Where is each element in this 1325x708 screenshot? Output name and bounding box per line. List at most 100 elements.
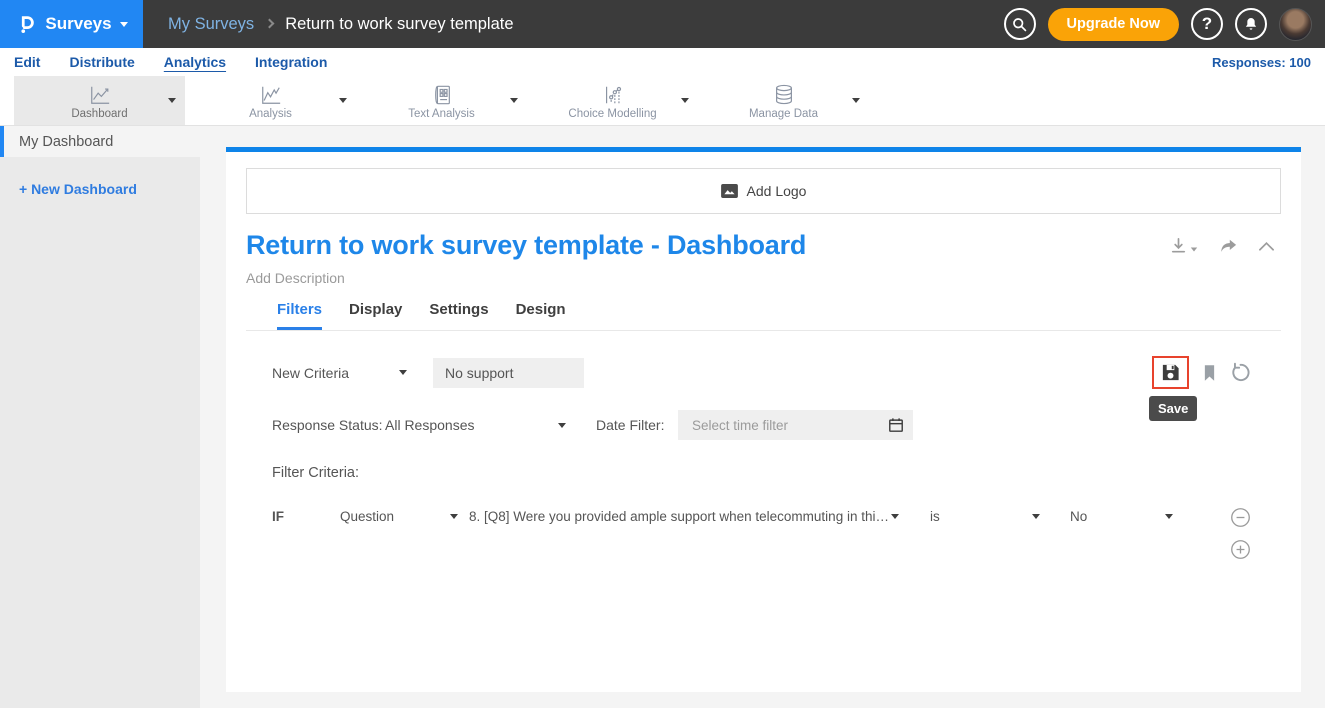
criteria-type-value: Question xyxy=(340,509,394,524)
topbar: Surveys My Surveys Return to work survey… xyxy=(0,0,1325,48)
chevron-down-icon[interactable] xyxy=(168,98,176,103)
date-filter-label: Date Filter: xyxy=(596,417,666,433)
criteria-row: New Criteria xyxy=(272,356,1251,389)
question-dropdown[interactable]: 8. [Q8] Were you provided ample support … xyxy=(469,507,899,524)
operator-dropdown[interactable]: is xyxy=(930,507,1040,524)
collapse-button[interactable] xyxy=(1258,240,1275,252)
tab-display[interactable]: Display xyxy=(349,301,402,330)
menu-item-integration[interactable]: Integration xyxy=(255,54,327,70)
database-icon xyxy=(772,82,796,106)
new-dashboard-link[interactable]: + New Dashboard xyxy=(19,181,200,197)
remove-criteria-button[interactable] xyxy=(1230,507,1251,528)
filter-criteria-row: IF Question 8. [Q8] Were you provided am… xyxy=(272,507,1251,560)
menu-item-edit[interactable]: Edit xyxy=(14,54,40,70)
main-area: My Dashboard + New Dashboard Add Logo Re… xyxy=(0,126,1325,708)
download-icon xyxy=(1169,236,1188,255)
share-button[interactable] xyxy=(1218,237,1238,255)
breadcrumb-separator-icon xyxy=(265,19,275,29)
criteria-dropdown[interactable]: New Criteria xyxy=(272,365,407,381)
download-button[interactable] xyxy=(1169,236,1198,255)
toolbar-manage-data[interactable]: Manage Data xyxy=(698,76,869,125)
criteria-type-dropdown[interactable]: Question xyxy=(340,507,458,524)
chevron-down-icon xyxy=(1032,514,1040,519)
sidebar-item-my-dashboard[interactable]: My Dashboard xyxy=(0,126,200,157)
chevron-down-icon xyxy=(558,423,566,428)
chevron-down-icon[interactable] xyxy=(681,98,689,103)
toolbar-analysis[interactable]: Analysis xyxy=(185,76,356,125)
tab-design[interactable]: Design xyxy=(516,301,566,330)
tab-settings[interactable]: Settings xyxy=(429,301,488,330)
toolbar-choice-modelling[interactable]: Choice Modelling xyxy=(527,76,698,125)
toolbar-analysis-label: Analysis xyxy=(249,108,292,120)
save-button[interactable] xyxy=(1152,356,1189,389)
toolbar-choice-modelling-label: Choice Modelling xyxy=(568,108,656,120)
product-switcher[interactable]: Surveys xyxy=(0,0,143,48)
upgrade-now-button[interactable]: Upgrade Now xyxy=(1048,8,1179,41)
brand-label: Surveys xyxy=(45,14,111,34)
tab-filters[interactable]: Filters xyxy=(277,301,322,330)
criteria-actions: Save xyxy=(1152,356,1251,389)
bookmark-button[interactable] xyxy=(1201,363,1218,383)
share-icon xyxy=(1218,237,1238,255)
scatter-chart-icon xyxy=(601,82,625,106)
bell-icon xyxy=(1243,16,1259,32)
card-body: Add Logo Return to work survey template … xyxy=(226,152,1301,692)
add-criteria-button[interactable] xyxy=(1230,539,1251,560)
breadcrumb-my-surveys[interactable]: My Surveys xyxy=(168,15,254,34)
chevron-down-icon[interactable] xyxy=(852,98,860,103)
toolbar-manage-data-label: Manage Data xyxy=(749,108,818,120)
criteria-name-input[interactable] xyxy=(433,358,584,388)
menu-item-distribute[interactable]: Distribute xyxy=(69,54,134,70)
notifications-button[interactable] xyxy=(1235,8,1267,40)
toolbar-text-analysis[interactable]: Text Analysis xyxy=(356,76,527,125)
answer-dropdown[interactable]: No xyxy=(1070,507,1173,524)
chevron-down-icon xyxy=(1165,514,1173,519)
response-status-dropdown[interactable]: All Responses xyxy=(385,417,566,433)
title-row: Return to work survey template - Dashboa… xyxy=(246,230,1281,261)
survey-menubar: Edit Distribute Analytics Integration Re… xyxy=(0,48,1325,76)
response-status-label: Response Status: xyxy=(272,417,385,433)
answer-value: No xyxy=(1070,509,1087,524)
trend-chart-icon xyxy=(258,82,284,106)
title-actions xyxy=(1169,230,1281,255)
chevron-down-icon xyxy=(1191,248,1197,252)
save-tooltip: Save xyxy=(1149,396,1197,421)
chevron-up-icon xyxy=(1258,240,1275,252)
reset-icon xyxy=(1230,362,1251,383)
add-description[interactable]: Add Description xyxy=(246,270,1281,286)
chevron-down-icon xyxy=(450,514,458,519)
if-label: IF xyxy=(272,507,340,524)
breadcrumb-current-page: Return to work survey template xyxy=(285,15,513,34)
search-icon xyxy=(1011,16,1028,33)
responses-count: Responses: 100 xyxy=(1212,55,1311,70)
plus-circle-icon xyxy=(1230,539,1251,560)
add-logo-button[interactable]: Add Logo xyxy=(246,168,1281,214)
help-button[interactable]: ? xyxy=(1191,8,1223,40)
sidebar-item-label: My Dashboard xyxy=(19,134,113,150)
criteria-dropdown-value: New Criteria xyxy=(272,365,349,381)
date-filter-input[interactable] xyxy=(690,417,888,434)
toolbar-dashboard[interactable]: Dashboard xyxy=(14,76,185,125)
search-button[interactable] xyxy=(1004,8,1036,40)
dashboard-tabs: Filters Display Settings Design xyxy=(246,301,1281,331)
date-filter-field[interactable] xyxy=(678,410,913,440)
content-area: Add Logo Return to work survey template … xyxy=(200,126,1325,708)
chevron-down-icon[interactable] xyxy=(339,98,347,103)
analytics-toolbar: Dashboard Analysis Text Analysis xyxy=(0,76,1325,126)
dashboard-sidebar: My Dashboard + New Dashboard xyxy=(0,126,200,708)
breadcrumb: My Surveys Return to work survey templat… xyxy=(168,15,514,34)
bookmark-icon xyxy=(1201,363,1218,383)
criteria-row-actions xyxy=(1230,507,1251,560)
avatar[interactable] xyxy=(1279,8,1312,41)
response-status-row: Response Status: All Responses Date Filt… xyxy=(272,410,1251,440)
response-status-value: All Responses xyxy=(385,417,475,433)
filters-panel: New Criteria xyxy=(246,356,1281,560)
image-icon xyxy=(721,184,738,198)
chevron-down-icon xyxy=(891,514,899,519)
chevron-down-icon[interactable] xyxy=(510,98,518,103)
menu-item-analytics[interactable]: Analytics xyxy=(164,54,226,70)
question-mark-icon: ? xyxy=(1202,14,1212,34)
page-title: Return to work survey template - Dashboa… xyxy=(246,230,806,261)
toolbar-text-analysis-label: Text Analysis xyxy=(408,108,474,120)
reset-button[interactable] xyxy=(1230,362,1251,383)
